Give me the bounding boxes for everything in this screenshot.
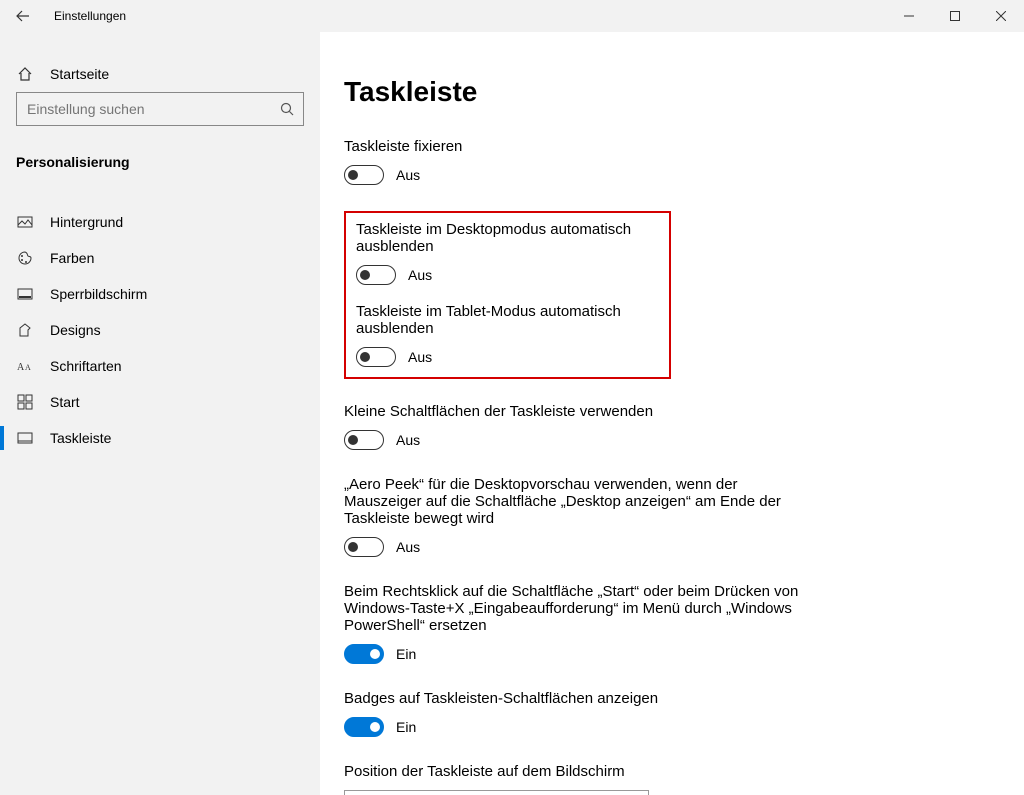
fonts-icon: AA: [16, 359, 34, 373]
setting-label: Taskleiste fixieren: [344, 138, 804, 155]
window-controls: [886, 0, 1024, 32]
svg-text:A: A: [25, 363, 31, 372]
setting-position: Position der Taskleiste auf dem Bildschi…: [344, 763, 804, 795]
toggle-state: Aus: [396, 167, 420, 183]
sidebar-item-themes[interactable]: Designs: [0, 312, 320, 348]
back-button[interactable]: [0, 0, 46, 32]
themes-icon: [16, 322, 34, 338]
sidebar-item-label: Taskleiste: [50, 430, 111, 446]
picture-icon: [16, 214, 34, 230]
setting-label: Position der Taskleiste auf dem Bildschi…: [344, 763, 804, 780]
toggle-small-buttons[interactable]: [344, 430, 384, 450]
toggle-state: Aus: [396, 432, 420, 448]
highlight-annotation: Taskleiste im Desktopmodus automatisch a…: [344, 211, 671, 379]
sidebar-item-background[interactable]: Hintergrund: [0, 204, 320, 240]
setting-lock-taskbar: Taskleiste fixieren Aus: [344, 138, 804, 185]
close-button[interactable]: [978, 0, 1024, 32]
search-box[interactable]: [16, 92, 304, 126]
search-icon: [280, 102, 294, 116]
search-input[interactable]: [16, 92, 304, 126]
setting-label: Kleine Schaltflächen der Taskleiste verw…: [344, 403, 804, 420]
sidebar: Startseite Personalisierung Hintergrund: [0, 32, 320, 795]
sidebar-item-label: Hintergrund: [50, 214, 123, 230]
sidebar-section-label: Personalisierung: [0, 134, 320, 186]
setting-label: „Aero Peek“ für die Desktopvorschau verw…: [344, 476, 804, 527]
toggle-state: Ein: [396, 646, 416, 662]
setting-label: Badges auf Taskleisten-Schaltflächen anz…: [344, 690, 804, 707]
toggle-lock-taskbar[interactable]: [344, 165, 384, 185]
setting-label: Taskleiste im Tablet-Modus automatisch a…: [356, 303, 659, 337]
sidebar-item-fonts[interactable]: AA Schriftarten: [0, 348, 320, 384]
sidebar-item-label: Farben: [50, 250, 94, 266]
lockscreen-icon: [16, 286, 34, 302]
setting-hide-desktop: Taskleiste im Desktopmodus automatisch a…: [356, 221, 659, 285]
palette-icon: [16, 250, 34, 266]
dropdown-position[interactable]: Unten: [344, 790, 649, 795]
setting-powershell: Beim Rechtsklick auf die Schaltfläche „S…: [344, 583, 804, 664]
sidebar-home[interactable]: Startseite: [0, 56, 320, 92]
sidebar-home-label: Startseite: [50, 66, 109, 82]
setting-small-buttons: Kleine Schaltflächen der Taskleiste verw…: [344, 403, 804, 450]
sidebar-item-taskbar[interactable]: Taskleiste: [0, 420, 320, 456]
start-icon: [16, 394, 34, 410]
minimize-button[interactable]: [886, 0, 932, 32]
sidebar-item-label: Designs: [50, 322, 101, 338]
toggle-state: Aus: [408, 349, 432, 365]
svg-text:A: A: [17, 362, 25, 373]
home-icon: [16, 66, 34, 82]
toggle-aero-peek[interactable]: [344, 537, 384, 557]
sidebar-item-start[interactable]: Start: [0, 384, 320, 420]
toggle-state: Aus: [408, 267, 432, 283]
maximize-button[interactable]: [932, 0, 978, 32]
sidebar-item-colors[interactable]: Farben: [0, 240, 320, 276]
content-area: Taskleiste Taskleiste fixieren Aus Taskl…: [320, 32, 1024, 795]
sidebar-item-label: Start: [50, 394, 80, 410]
titlebar: Einstellungen: [0, 0, 1024, 32]
setting-label: Beim Rechtsklick auf die Schaltfläche „S…: [344, 583, 804, 634]
page-heading: Taskleiste: [344, 76, 1000, 108]
toggle-state: Ein: [396, 719, 416, 735]
taskbar-icon: [16, 430, 34, 446]
toggle-powershell[interactable]: [344, 644, 384, 664]
toggle-state: Aus: [396, 539, 420, 555]
setting-label: Taskleiste im Desktopmodus automatisch a…: [356, 221, 659, 255]
sidebar-item-label: Schriftarten: [50, 358, 122, 374]
toggle-hide-tablet[interactable]: [356, 347, 396, 367]
setting-badges: Badges auf Taskleisten-Schaltflächen anz…: [344, 690, 804, 737]
sidebar-item-label: Sperrbildschirm: [50, 286, 147, 302]
sidebar-item-lockscreen[interactable]: Sperrbildschirm: [0, 276, 320, 312]
setting-aero-peek: „Aero Peek“ für die Desktopvorschau verw…: [344, 476, 804, 557]
window-title: Einstellungen: [46, 9, 126, 23]
toggle-hide-desktop[interactable]: [356, 265, 396, 285]
toggle-badges[interactable]: [344, 717, 384, 737]
setting-hide-tablet: Taskleiste im Tablet-Modus automatisch a…: [356, 303, 659, 367]
